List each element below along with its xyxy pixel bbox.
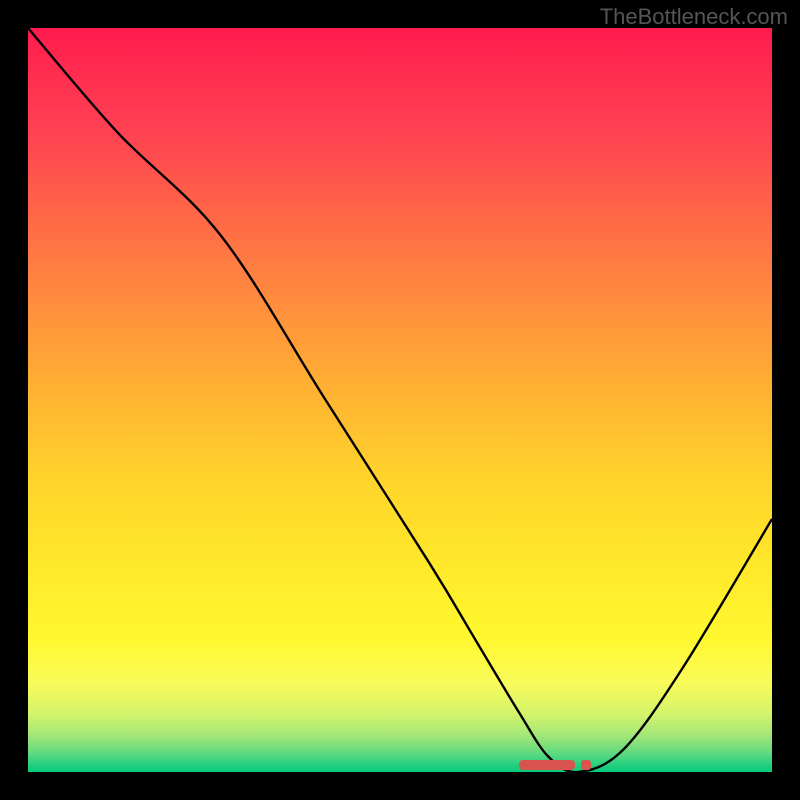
optimal-range-marker bbox=[519, 760, 575, 770]
curve-path bbox=[28, 28, 772, 772]
watermark-text: TheBottleneck.com bbox=[600, 4, 788, 30]
bottleneck-curve bbox=[28, 28, 772, 772]
chart-plot-area bbox=[28, 28, 772, 772]
